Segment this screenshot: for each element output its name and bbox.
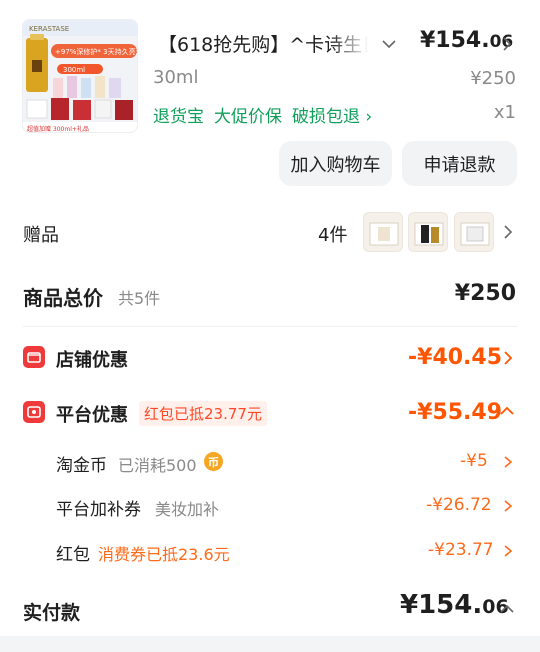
sub-item-value: -¥5 — [460, 451, 488, 471]
quantity: x1 — [493, 102, 516, 123]
footer-text: 超值加赠 300ml+礼品 — [27, 125, 89, 133]
sub-item-label: 平台加补券 — [56, 500, 141, 520]
add-to-cart-button[interactable]: 加入购物车 — [279, 141, 392, 186]
title-fade-overlay — [330, 26, 378, 58]
sub-item-note: 消费券已抵23.6元 — [98, 545, 230, 564]
chevron-right-icon[interactable] — [503, 499, 513, 513]
chevron-right-icon[interactable] — [503, 224, 513, 240]
chevron-up-icon[interactable] — [499, 603, 515, 615]
chevron-down-icon[interactable] — [381, 38, 397, 50]
service-tag-damage[interactable]: 破损包退 › — [292, 107, 372, 127]
gift-thumbnail[interactable] — [408, 212, 448, 252]
payment-label: 实付款 — [23, 602, 81, 624]
store-discount-label: 店铺优惠 — [56, 350, 128, 371]
gift-count[interactable]: 4件 — [318, 221, 347, 247]
request-refund-button[interactable]: 申请退款 — [402, 141, 517, 186]
platform-coupon-icon — [23, 401, 45, 423]
store-discount-value[interactable]: -¥40.45 — [408, 345, 502, 370]
brand-text: KERASTASE — [29, 25, 69, 33]
sub-item-value: -¥23.77 — [428, 540, 494, 560]
gift-thumbnail[interactable] — [363, 212, 403, 252]
coin-icon: 币 — [204, 452, 223, 471]
original-price: ¥250 — [470, 68, 516, 89]
bottom-bar — [0, 636, 540, 652]
sub-item-note: 已消耗500 — [118, 456, 197, 475]
badge-text: 300ml — [63, 66, 85, 74]
sub-item-note: 美妆加补 — [155, 500, 220, 519]
divider — [23, 326, 517, 327]
chevron-right-icon[interactable] — [503, 350, 513, 366]
red-packet-tag: 红包已抵23.77元 — [139, 401, 267, 426]
chevron-right-icon[interactable] — [502, 36, 512, 52]
payment-value-main: ¥154. — [400, 590, 483, 620]
total-label: 商品总价 — [23, 286, 103, 310]
service-tag-return[interactable]: 退货宝 — [153, 107, 204, 127]
headline-text: +97%深修护* 3天持久亮泽* — [55, 47, 138, 56]
sub-item-label: 淘金币 — [56, 456, 107, 476]
product-spec: 30ml — [153, 67, 199, 88]
sub-item-value: -¥26.72 — [426, 495, 492, 515]
product-price-main: ¥154. — [420, 28, 490, 53]
gift-label: 赠品 — [23, 225, 59, 246]
total-value: ¥250 — [454, 281, 516, 306]
payment-value: ¥154.06 — [400, 590, 509, 620]
chevron-right-icon[interactable] — [503, 455, 513, 469]
service-tag-price-protect[interactable]: 大促价保 — [214, 107, 282, 127]
product-image[interactable]: KERASTASE +97%深修护* 3天持久亮泽* 300ml 超值加赠 30… — [22, 19, 138, 133]
service-tags[interactable]: 退货宝 大促价保 破损包退 › — [153, 102, 382, 127]
sub-item-label: 红包 — [56, 545, 90, 565]
total-count: 共5件 — [118, 289, 161, 308]
platform-discount-value[interactable]: -¥55.49 — [408, 400, 502, 425]
chevron-up-icon[interactable] — [499, 405, 515, 417]
chevron-right-icon[interactable] — [503, 544, 513, 558]
gift-thumbnail[interactable] — [454, 212, 494, 252]
platform-discount-label: 平台优惠 — [56, 405, 128, 426]
product-price: ¥154.06 — [420, 28, 513, 53]
store-icon — [23, 346, 45, 368]
